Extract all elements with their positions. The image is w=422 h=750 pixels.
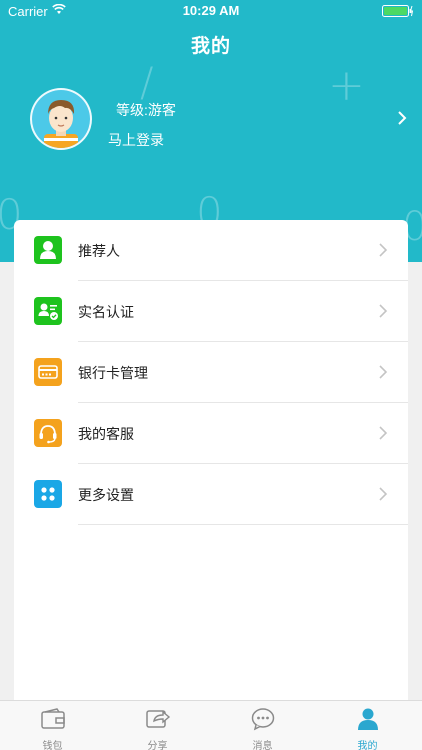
menu-item-label: 银行卡管理 <box>78 365 148 381</box>
user-level: 等级:游客 <box>116 102 176 118</box>
menu-item-label: 推荐人 <box>78 243 120 259</box>
chevron-right-icon <box>379 426 388 440</box>
chevron-right-icon <box>379 365 388 379</box>
tab-wallet[interactable]: 钱包 <box>0 701 105 750</box>
avatar[interactable] <box>30 88 92 150</box>
headset-icon <box>34 419 62 447</box>
chevron-right-icon <box>379 304 388 318</box>
menu-item-label: 更多设置 <box>78 487 134 503</box>
tab-label: 消息 <box>252 741 273 750</box>
tab-label: 钱包 <box>42 741 63 750</box>
bank-card-icon <box>34 358 62 386</box>
status-time: 10:29 AM <box>182 3 240 18</box>
wallet-icon <box>41 708 65 729</box>
divider <box>78 524 408 525</box>
menu-item-customer-service[interactable]: 我的客服 <box>14 403 408 464</box>
tab-label: 分享 <box>147 741 168 750</box>
tab-messages[interactable]: 消息 <box>210 701 315 750</box>
menu-item-verify[interactable]: 实名认证 <box>14 281 408 342</box>
tab-mine[interactable]: 我的 <box>315 701 420 750</box>
verify-id-icon <box>34 297 62 325</box>
battery-icon <box>382 5 414 17</box>
menu-item-label: 实名认证 <box>78 304 134 320</box>
chevron-right-icon <box>379 487 388 501</box>
login-link[interactable]: 马上登录 <box>108 130 164 150</box>
referrer-icon <box>34 236 62 264</box>
chevron-right-icon <box>379 243 388 257</box>
menu-item-bank-card[interactable]: 银行卡管理 <box>14 342 408 403</box>
tab-label: 我的 <box>357 741 378 750</box>
share-icon <box>146 710 171 728</box>
decor-glyph: + <box>328 60 365 111</box>
status-bar: Carrier 10:29 AM <box>0 0 422 22</box>
settings-grid-icon <box>34 480 62 508</box>
message-icon <box>251 708 275 731</box>
user-icon <box>358 708 378 730</box>
tab-bar: 钱包 分享 消息 我的 <box>0 700 422 750</box>
chevron-right-icon[interactable] <box>396 110 408 126</box>
page-title: 我的 <box>190 36 231 57</box>
menu-card: 推荐人 实名认证 银行卡管理 我的客服 更多设置 <box>14 220 408 700</box>
menu-item-more-settings[interactable]: 更多设置 <box>14 464 408 525</box>
avatar-illustration <box>44 100 78 148</box>
tab-share[interactable]: 分享 <box>105 701 210 750</box>
menu-item-referrer[interactable]: 推荐人 <box>14 220 408 281</box>
menu-item-label: 我的客服 <box>78 426 134 442</box>
